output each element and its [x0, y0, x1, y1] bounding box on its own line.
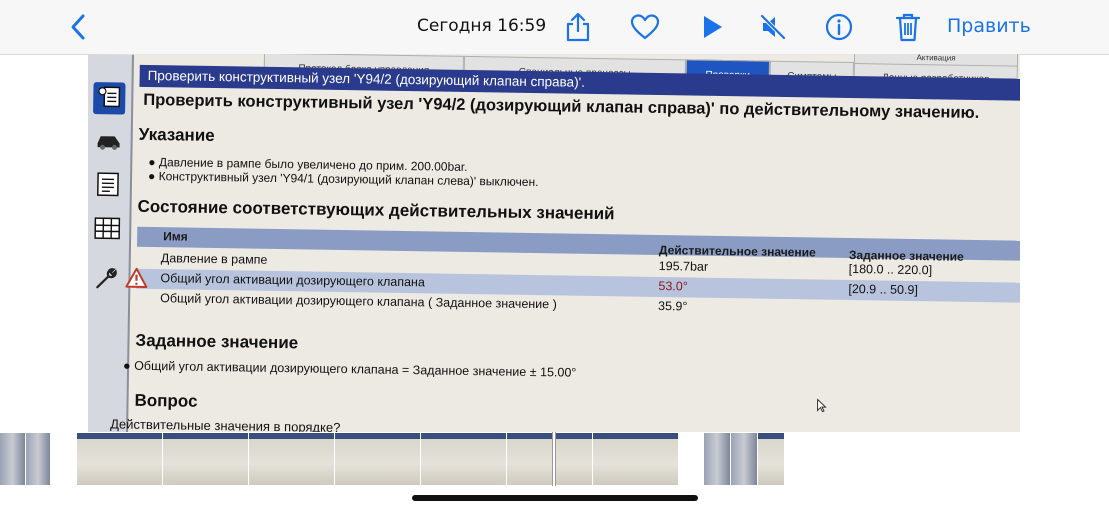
film-thumbnail[interactable]: [26, 433, 51, 485]
row-name: Общий угол активации дозирующего клапана: [160, 271, 425, 290]
row-actual: 53.0°: [658, 278, 688, 294]
edit-button[interactable]: Править: [947, 15, 1031, 37]
question-title: Вопрос: [134, 390, 198, 411]
row-name: Давление в рампе: [160, 251, 268, 267]
filmstrip-playhead[interactable]: [552, 432, 556, 486]
photos-toolbar: Сегодня 16:59 Править: [0, 0, 1109, 55]
car-icon: [94, 129, 122, 156]
sidebar-item-tests[interactable]: [93, 82, 126, 115]
play-icon[interactable]: [695, 10, 729, 44]
target-bullet-text: Общий угол активации дозирующего клапана…: [134, 358, 577, 380]
film-thumbnail[interactable]: [507, 433, 593, 485]
home-indicator[interactable]: [412, 495, 698, 501]
sidebar-item-list[interactable]: [92, 170, 124, 202]
info-icon[interactable]: [822, 10, 856, 44]
document-person-icon: [96, 83, 122, 114]
app-sidebar: [88, 54, 134, 432]
notice-title: Указание: [138, 124, 215, 145]
warning-icon: [124, 267, 148, 289]
list-icon: [96, 171, 120, 202]
film-thumbnail[interactable]: [421, 433, 507, 485]
film-thumbnail[interactable]: [163, 433, 249, 485]
back-chevron-icon[interactable]: [66, 12, 92, 42]
notice-bullet: ● Конструктивный узел 'Y94/1 (дозирующий…: [147, 168, 539, 190]
film-thumbnail[interactable]: [335, 433, 421, 485]
mouse-cursor-icon: [816, 398, 827, 413]
grid-icon: [94, 216, 121, 245]
notice-bullet-text: Конструктивный узел 'Y94/1 (дозирующий к…: [158, 169, 539, 190]
row-name: Общий угол активации дозирующего клапана…: [160, 291, 557, 312]
film-thumbnail[interactable]: [731, 433, 758, 485]
share-icon[interactable]: [561, 10, 595, 44]
sidebar-item-tools[interactable]: [90, 264, 122, 296]
question-text: Действительные значения в порядке?: [110, 416, 341, 432]
wrench-icon: [93, 265, 119, 296]
sidebar-item-grid[interactable]: [91, 214, 123, 246]
heart-icon[interactable]: [628, 10, 662, 44]
target-bullet: ● Общий угол активации дозирующего клапа…: [123, 358, 577, 380]
row-target: [180.0 .. 220.0]: [848, 261, 933, 278]
film-thumbnail[interactable]: [758, 433, 785, 485]
film-thumbnail[interactable]: [593, 433, 679, 485]
row-target: [20.9 .. 50.9]: [848, 281, 919, 298]
trash-icon[interactable]: [891, 10, 925, 44]
film-thumbnail[interactable]: [704, 433, 731, 485]
photo-date-title: Сегодня 16:59: [417, 16, 547, 36]
values-section-title: Состояние соответствующих действительных…: [137, 196, 615, 224]
mute-icon[interactable]: [756, 10, 790, 44]
film-thumbnail[interactable]: [77, 433, 163, 485]
diagnostic-screen: Протокол блока управления Специальные пр…: [88, 54, 1020, 432]
sidebar-item-vehicle[interactable]: [92, 126, 124, 158]
film-thumbnail[interactable]: [0, 433, 26, 485]
column-name: Имя: [163, 229, 188, 244]
target-section-title: Заданное значение: [135, 330, 299, 353]
filmstrip[interactable]: [0, 432, 1109, 486]
photo-view: Протокол блока управления Специальные пр…: [88, 54, 1020, 432]
film-thumbnail[interactable]: [249, 433, 335, 485]
row-actual: 195.7bar: [658, 258, 709, 274]
row-actual: 35.9°: [658, 298, 688, 314]
